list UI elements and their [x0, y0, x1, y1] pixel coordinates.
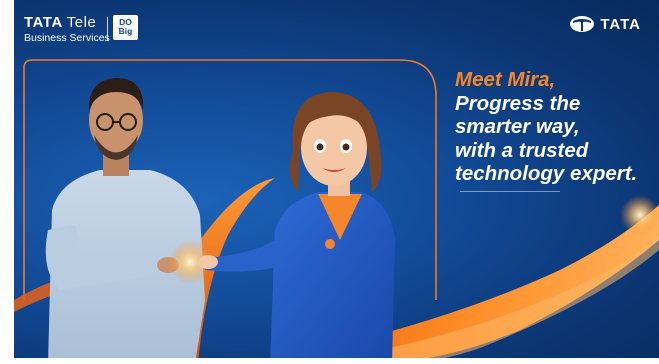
tts-tata-word: TATA: [24, 14, 63, 31]
hero-banner: TATA Tele Business Services DO Big TATA …: [0, 0, 659, 364]
bottom-edge: [0, 358, 659, 364]
tata-emblem-icon: [570, 16, 595, 32]
headline: Meet Mira, Progress the smarter way, wit…: [455, 68, 655, 186]
logo-divider: [107, 17, 108, 41]
headline-line-2: Progress the: [455, 91, 581, 115]
dobig-line2: Big: [118, 26, 133, 36]
tata-logo: TATA: [569, 15, 641, 33]
tata-word: TATA: [600, 15, 641, 33]
left-edge: [0, 0, 14, 364]
headline-rule: [460, 191, 560, 192]
headline-line-1: Meet Mira,: [455, 68, 556, 91]
man-figure: [45, 78, 205, 364]
headline-line-3: smarter way,: [455, 115, 580, 138]
headline-line-4: with a trusted: [455, 138, 589, 162]
tts-subtitle: Business Services: [24, 32, 110, 44]
do-big-badge: DO Big: [113, 15, 138, 40]
tata-tele-logo: TATA Tele Business Services: [24, 15, 110, 45]
tts-tele-word: Tele: [66, 14, 97, 31]
headline-line-5: technology expert.: [455, 162, 638, 185]
